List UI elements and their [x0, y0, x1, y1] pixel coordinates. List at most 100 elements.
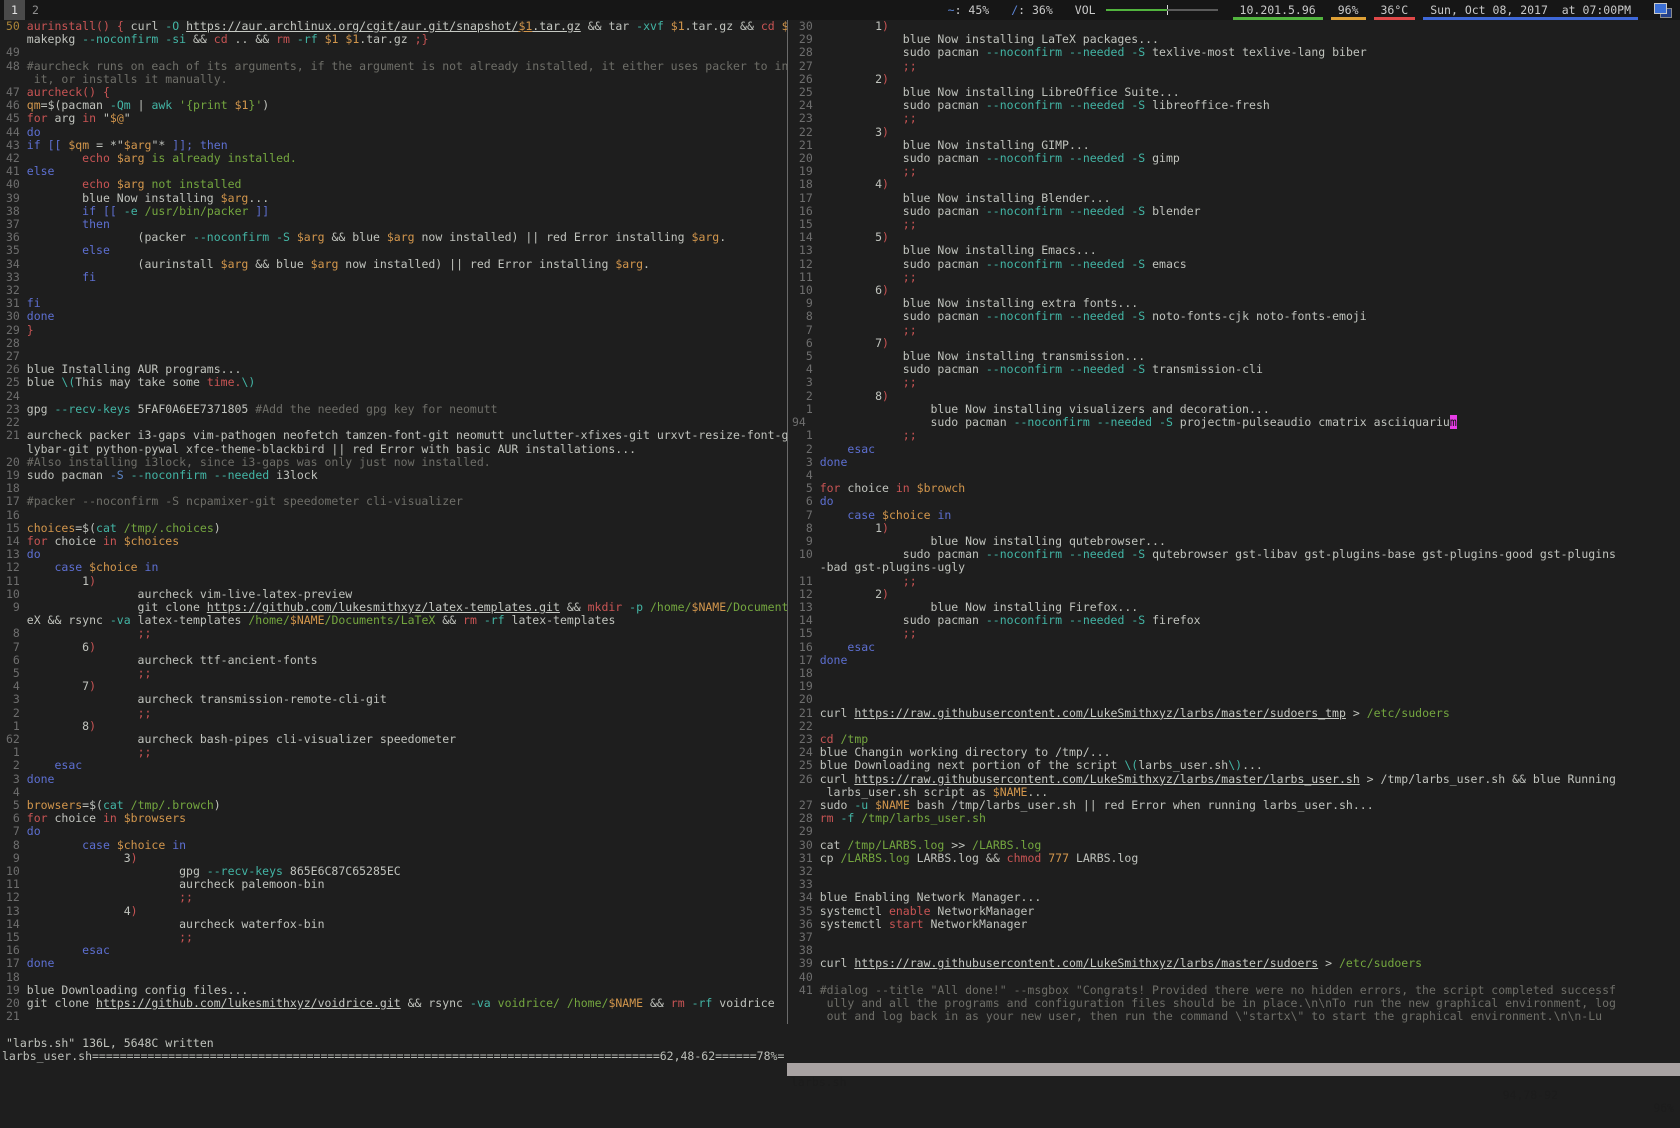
code-row: 21 [6, 1010, 787, 1023]
code-token: ) [882, 20, 889, 33]
line-number: 7 [792, 508, 820, 522]
line-number: 15 [6, 521, 27, 535]
code-token: chmod [1007, 851, 1042, 865]
code-token: -Qm [110, 98, 131, 112]
code-token [27, 930, 179, 944]
ip-address-value: 10.201.5.96 [1240, 3, 1316, 17]
editor-pane-larbs-user-sh[interactable]: 50 aurinstall() { curl -O https://aur.ar… [0, 20, 787, 1024]
code-token [96, 85, 103, 99]
code-token [820, 111, 903, 125]
code-token: eX && rsync [27, 613, 110, 627]
line-number: 35 [6, 243, 27, 257]
line-number: 36 [792, 917, 820, 931]
statusline-inactive-larbs-user-sh: larbs_user.sh===========================… [0, 1050, 787, 1063]
line-number: 1 [6, 745, 27, 759]
code-token: blue Now installing Firefox... [820, 600, 1139, 614]
code-token: ) [882, 389, 889, 403]
code-token [1062, 98, 1069, 112]
code-token: 4 [820, 177, 882, 191]
code-token: ;; [903, 270, 917, 284]
code-token: > /tmp/larbs_user.sh && blue Running [1360, 772, 1616, 786]
code-token: https://github.com/lukesmithxyz/latex-te… [207, 600, 560, 614]
code-row: 3 done [792, 456, 1680, 469]
code-token: choice [840, 481, 895, 495]
code-token: -rf [484, 613, 505, 627]
code-token: $arg [311, 257, 339, 271]
code-token: ;; [138, 626, 152, 640]
line-number: 16 [6, 943, 27, 957]
code-token: blue [27, 375, 62, 389]
code-token: out and log back in as your new user, th… [820, 1009, 1602, 1023]
line-number: 11 [792, 574, 820, 588]
line-number: 5 [6, 798, 27, 812]
line-number: 27 [792, 59, 820, 73]
code-row: 12 sudo pacman --noconfirm --needed -S e… [792, 258, 1680, 271]
line-number: 9 [792, 534, 820, 548]
line-number: 10 [792, 547, 820, 561]
code-row: 17 #packer --noconfirm -S ncpamixer-git … [6, 495, 787, 508]
line-number: 5 [792, 481, 820, 495]
line-number: 12 [792, 587, 820, 601]
module-ip-address: 10.201.5.96 [1233, 0, 1323, 20]
code-token [820, 442, 848, 456]
code-token: choice [48, 811, 103, 825]
code-token: sudo pacman [820, 547, 986, 561]
code-row: 36 systemctl start NetworkManager [792, 918, 1680, 931]
line-number: 30 [6, 309, 27, 323]
code-token: blue Changin working directory to /tmp/.… [820, 745, 1111, 759]
code-row: 37 [792, 931, 1680, 944]
tray-monitor-icon[interactable] [1654, 3, 1672, 18]
code-token: /etc/sudoers [1367, 706, 1450, 720]
code-token: gpg [27, 864, 207, 878]
code-token [820, 428, 903, 442]
line-number: 13 [792, 600, 820, 614]
code-token: { [117, 20, 124, 33]
code-token [117, 811, 124, 825]
code-token: 6 [27, 640, 89, 654]
code-token: bash /tmp/larbs_user.sh || red Error whe… [910, 798, 1374, 812]
code-token: $1 [345, 32, 359, 46]
code-token [27, 243, 82, 257]
code-token: > [1346, 706, 1367, 720]
code-token: 8 [820, 389, 882, 403]
code-token: blue Installing AUR programs... [27, 362, 242, 376]
line-number: 27 [6, 349, 27, 363]
code-token [290, 32, 297, 46]
code-token: #aurcheck runs on each of its arguments,… [27, 59, 787, 73]
code-token: ) [89, 640, 96, 654]
line-number: 23 [792, 111, 820, 125]
code-token [820, 164, 903, 178]
code-token [117, 204, 124, 218]
line-number: 24 [6, 389, 27, 403]
editor-pane-larbs-sh[interactable]: 30 1) 29 blue Now installing LaTeX packa… [787, 20, 1680, 1024]
code-token: } [27, 323, 34, 337]
module-home-usage: ~: 45% [941, 0, 997, 20]
workspace-1[interactable]: 1 [4, 0, 25, 20]
line-number: 28 [792, 811, 820, 825]
code-token: LARBS.log && [910, 851, 1007, 865]
code-token [290, 230, 297, 244]
workspace-2[interactable]: 2 [25, 0, 46, 20]
code-token: ... [248, 191, 269, 205]
code-token: $choice [882, 508, 930, 522]
code-token [41, 138, 48, 152]
code-row: 27 ;; [792, 60, 1680, 73]
code-token: arg [48, 111, 83, 125]
code-row: 8 sudo pacman --noconfirm --needed -S no… [792, 310, 1680, 323]
code-token: $arg [221, 257, 249, 271]
code-row: 7 case $choice in [792, 509, 1680, 522]
line-number: 6 [6, 653, 27, 667]
line-number: 41 [6, 164, 27, 178]
code-token: $arg [117, 151, 145, 165]
code-token: sudo pacman [820, 613, 986, 627]
code-token [1090, 415, 1097, 429]
code-token: for [27, 111, 48, 125]
code-token: ;; [903, 59, 917, 73]
code-token: 7 [820, 336, 882, 350]
code-token: do [27, 824, 41, 838]
code-token [27, 151, 82, 165]
volume-slider[interactable] [1106, 0, 1218, 20]
statusbar-modules: ~: 45% /: 36% VOL 10.201.5.96 96% 36°C S… [933, 0, 1672, 20]
code-token: sudo pacman [820, 257, 986, 271]
code-token: $arg [692, 230, 720, 244]
